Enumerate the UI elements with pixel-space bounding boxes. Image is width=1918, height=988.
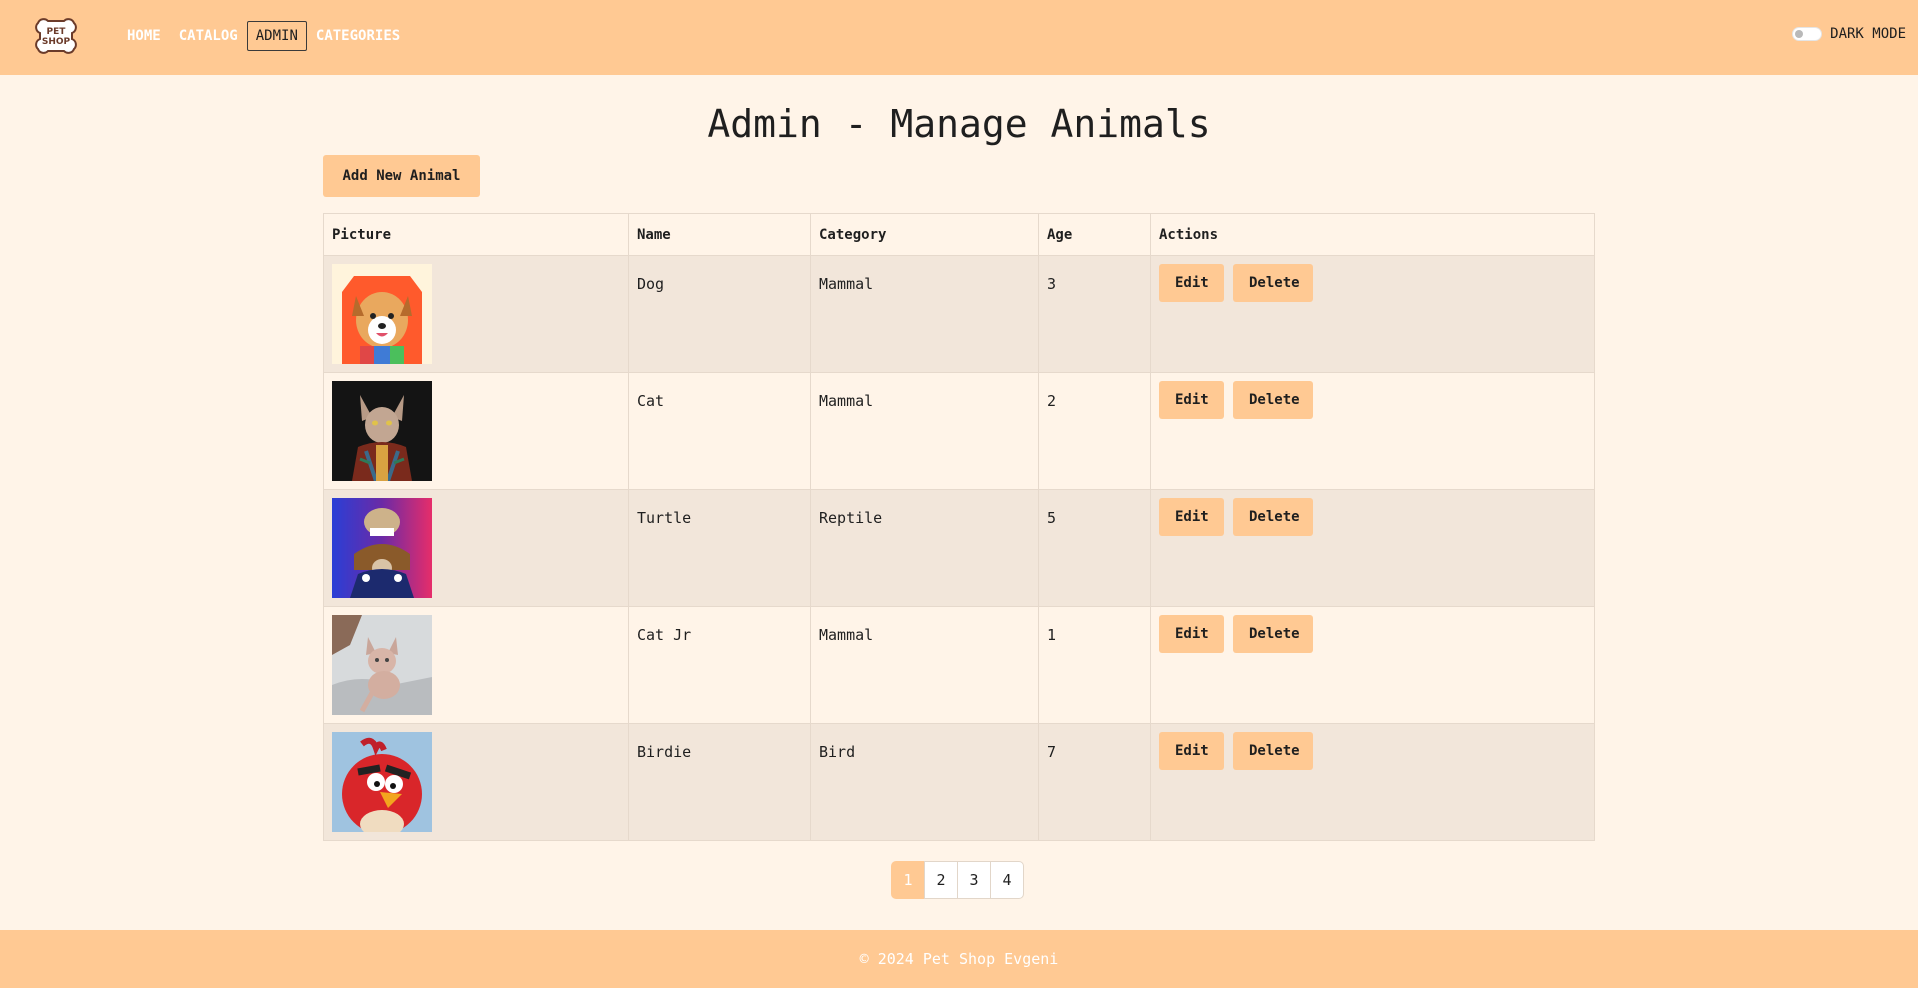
name-cell: Cat Jr	[628, 606, 811, 724]
header-actions: Actions	[1150, 213, 1595, 256]
header-picture: Picture	[323, 213, 629, 256]
age-cell: 7	[1038, 723, 1151, 841]
age-cell: 5	[1038, 489, 1151, 607]
header-name: Name	[628, 213, 811, 256]
cat-picture	[332, 381, 432, 481]
dark-mode-switch[interactable]	[1792, 27, 1823, 41]
nav-link-categories[interactable]: CATEGORIES	[307, 21, 409, 51]
table-row: Dog Mammal 3 Edit Delete	[323, 255, 1595, 373]
picture-cell	[323, 255, 629, 373]
delete-button[interactable]: Delete	[1233, 264, 1313, 302]
nav-link-admin[interactable]: ADMIN	[246, 21, 307, 51]
actions-cell: Edit Delete	[1150, 372, 1595, 490]
edit-button[interactable]: Edit	[1159, 732, 1224, 770]
name-cell: Cat	[628, 372, 811, 490]
category-cell: Bird	[810, 723, 1039, 841]
dog-picture	[332, 264, 432, 364]
picture-cell	[323, 489, 629, 607]
header-age: Age	[1038, 213, 1151, 256]
name-cell: Turtle	[628, 489, 811, 607]
pet-shop-logo[interactable]: PET SHOP	[30, 17, 82, 55]
table-row: Turtle Reptile 5 Edit Delete	[323, 489, 1595, 607]
pagination: 1 2 3 4	[891, 861, 1024, 899]
svg-text:SHOP: SHOP	[42, 37, 71, 47]
delete-button[interactable]: Delete	[1233, 615, 1313, 653]
kitten-picture	[332, 615, 432, 715]
name-cell: Dog	[628, 255, 811, 373]
nav-link-catalog[interactable]: CATALOG	[170, 21, 247, 51]
table-row: Cat Jr Mammal 1 Edit Delete	[323, 606, 1595, 724]
category-cell: Reptile	[810, 489, 1039, 607]
picture-cell	[323, 606, 629, 724]
actions-cell: Edit Delete	[1150, 489, 1595, 607]
delete-button[interactable]: Delete	[1233, 381, 1313, 419]
delete-button[interactable]: Delete	[1233, 498, 1313, 536]
svg-text:PET: PET	[47, 27, 67, 37]
name-cell: Birdie	[628, 723, 811, 841]
delete-button[interactable]: Delete	[1233, 732, 1313, 770]
edit-button[interactable]: Edit	[1159, 615, 1224, 653]
animals-table: Picture Name Category Age Actions Dog Ma…	[323, 213, 1595, 841]
edit-button[interactable]: Edit	[1159, 498, 1224, 536]
turtle-picture	[332, 498, 432, 598]
table-header-row: Picture Name Category Age Actions	[323, 213, 1595, 256]
navbar: PET SHOP HOME CATALOG ADMIN CATEGORIES D…	[0, 0, 1918, 75]
category-cell: Mammal	[810, 606, 1039, 724]
picture-cell	[323, 723, 629, 841]
age-cell: 3	[1038, 255, 1151, 373]
footer: © 2024 Pet Shop Evgeni	[0, 930, 1918, 988]
actions-cell: Edit Delete	[1150, 723, 1595, 841]
table-row: Cat Mammal 2 Edit Delete	[323, 372, 1595, 490]
dark-mode-label: DARK MODE	[1830, 26, 1906, 42]
age-cell: 2	[1038, 372, 1151, 490]
add-new-animal-button[interactable]: Add New Animal	[323, 155, 480, 197]
header-category: Category	[810, 213, 1039, 256]
edit-button[interactable]: Edit	[1159, 264, 1224, 302]
page-button-1[interactable]: 1	[891, 861, 925, 899]
category-cell: Mammal	[810, 255, 1039, 373]
page-button-2[interactable]: 2	[924, 861, 958, 899]
edit-button[interactable]: Edit	[1159, 381, 1224, 419]
picture-cell	[323, 372, 629, 490]
actions-cell: Edit Delete	[1150, 606, 1595, 724]
table-row: Birdie Bird 7 Edit Delete	[323, 723, 1595, 841]
page-button-4[interactable]: 4	[990, 861, 1024, 899]
nav-links: HOME CATALOG ADMIN CATEGORIES	[118, 21, 409, 51]
actions-cell: Edit Delete	[1150, 255, 1595, 373]
page-button-3[interactable]: 3	[957, 861, 991, 899]
category-cell: Mammal	[810, 372, 1039, 490]
page-title: Admin - Manage Animals	[707, 102, 1211, 146]
age-cell: 1	[1038, 606, 1151, 724]
dark-mode-toggle[interactable]: DARK MODE	[1792, 26, 1906, 42]
footer-copyright: © 2024 Pet Shop Evgeni	[859, 950, 1059, 968]
bird-picture	[332, 732, 432, 832]
nav-link-home[interactable]: HOME	[118, 21, 170, 51]
